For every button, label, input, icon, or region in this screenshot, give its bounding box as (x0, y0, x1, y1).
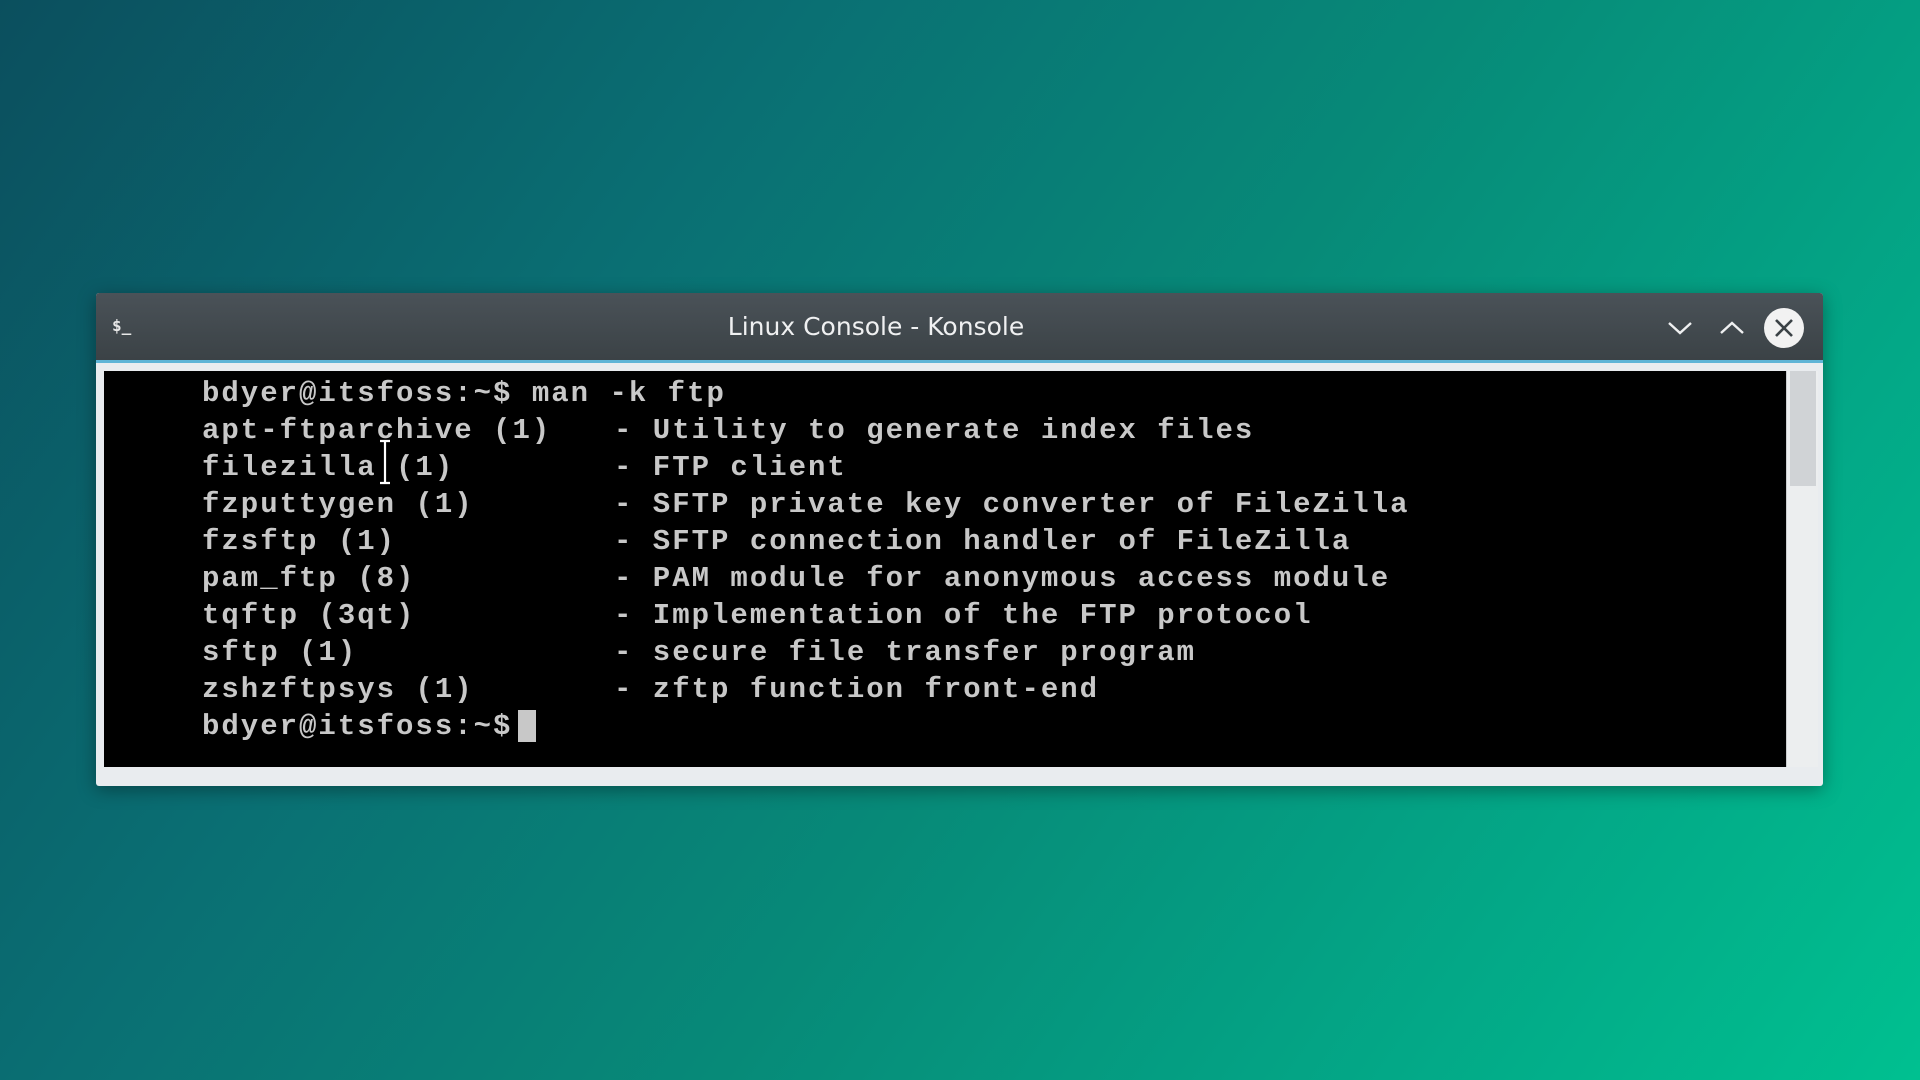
prompt-line[interactable]: bdyer@itsfoss:~$ (202, 708, 1786, 745)
result-name: tqftp (3qt) (202, 599, 416, 632)
prompt: bdyer@itsfoss:~$ (202, 710, 513, 743)
window-title: Linux Console - Konsole (727, 312, 1025, 341)
command-line: bdyer@itsfoss:~$ man -k ftp (202, 377, 726, 410)
result-desc: - SFTP connection handler of FileZilla (614, 525, 1352, 558)
scrollbar[interactable] (1786, 371, 1818, 767)
chevron-down-icon (1668, 322, 1692, 335)
result-name: fzputtygen (1) (202, 488, 474, 521)
result-line: sftp (1) - secure file transfer program (202, 634, 1786, 671)
terminal-output[interactable]: bdyer@itsfoss:~$ man -k ftp apt-ftparchi… (104, 371, 1786, 767)
text-cursor (518, 710, 537, 743)
result-desc: - SFTP private key converter of FileZill… (614, 488, 1410, 521)
result-name: pam_ftp (8) (202, 562, 416, 595)
result-desc: - FTP client (614, 451, 847, 484)
scrollbar-thumb[interactable] (1790, 371, 1816, 486)
result-desc: - Utility to generate index files (614, 414, 1255, 447)
result-desc: - Implementation of the FTP protocol (614, 599, 1313, 632)
result-line: apt-ftparchive (1) - Utility to generate … (202, 412, 1786, 449)
konsole-window: $_ Linux Console - Konsole bdyer@itsfoss… (96, 293, 1823, 786)
result-line: pam_ftp (8) - PAM module for anonymous ac… (202, 560, 1786, 597)
result-desc: - secure file transfer program (614, 636, 1197, 669)
result-name: fzsftp (1) (202, 525, 397, 558)
minimize-button[interactable] (1660, 308, 1700, 348)
result-desc: - PAM module for anonymous access module (614, 562, 1391, 595)
result-name: zshzftpsys (1) (202, 673, 474, 706)
result-line: fzputtygen (1) - SFTP private key convert… (202, 486, 1786, 523)
result-name: apt-ftparchive (1) (202, 414, 552, 447)
result-name: sftp (1) (202, 636, 358, 669)
title-bar[interactable]: $_ Linux Console - Konsole (96, 293, 1823, 363)
result-line: zshzftpsys (1) - zftp function front-end (202, 671, 1786, 708)
result-line: fzsftp (1) - SFTP connection handler of F… (202, 523, 1786, 560)
maximize-button[interactable] (1712, 308, 1752, 348)
result-line: tqftp (3qt) - Implementation of the FTP p… (202, 597, 1786, 634)
ibeam-cursor-icon (380, 439, 390, 485)
close-button[interactable] (1764, 308, 1804, 348)
result-line: filezilla (1) - FTP client (202, 449, 1786, 486)
result-name: filezilla (1) (202, 451, 455, 484)
close-icon (1775, 319, 1793, 337)
result-desc: - zftp function front-end (614, 673, 1100, 706)
chevron-up-icon (1720, 321, 1744, 334)
